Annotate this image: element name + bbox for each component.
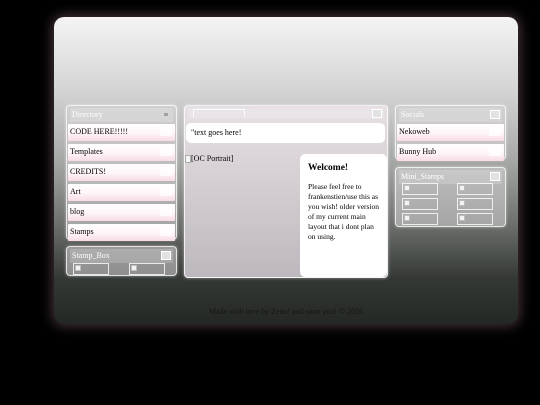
nav-item-label: Nekoweb: [399, 127, 430, 136]
mini-stamp-image: [457, 198, 493, 210]
mini-stamp-image: [402, 213, 438, 225]
intro-box: "text goes here!: [186, 123, 385, 143]
title-tab: [193, 109, 245, 117]
nav-item-label: Templates: [70, 147, 103, 156]
broken-image-icon: [404, 200, 410, 206]
main-panel: "text goes here! [OC Portrait] Welcome! …: [184, 105, 388, 278]
mini-stamps-title: Mini_Stamps: [401, 172, 445, 181]
nav-item-tab: [160, 207, 172, 216]
directory-panel: Directory ≡ CODE HERE!!!!! Templates CRE…: [66, 105, 177, 241]
footer-text: Made with love by Zena! and soon you! © …: [208, 307, 364, 316]
nav-item-art[interactable]: Art: [68, 184, 175, 201]
broken-image-icon: [404, 215, 410, 221]
nav-item-tab: [160, 187, 172, 196]
stamp-box-title-bar: Stamp_Box: [70, 249, 173, 263]
socials-title-bar: Socials: [399, 108, 502, 122]
nav-item-code-here[interactable]: CODE HERE!!!!!: [68, 124, 175, 141]
nav-item-bunny-hub[interactable]: Bunny Hub: [397, 144, 504, 161]
nav-item-label: blog: [70, 207, 85, 216]
panel-button[interactable]: [490, 172, 500, 181]
broken-image-icon: [404, 185, 410, 191]
stamp-image: [73, 263, 109, 275]
panel-button[interactable]: [161, 251, 171, 260]
nav-item-tab: [489, 127, 501, 136]
directory-title: Directory: [72, 110, 103, 119]
nav-item-label: CODE HERE!!!!!: [70, 127, 128, 136]
nav-item-nekoweb[interactable]: Nekoweb: [397, 124, 504, 141]
nav-item-credits[interactable]: CREDITS!: [68, 164, 175, 181]
nav-item-label: Bunny Hub: [399, 147, 437, 156]
socials-panel: Socials Nekoweb Bunny Hub: [395, 105, 506, 161]
broken-image-icon: [459, 215, 465, 221]
broken-image-icon: [459, 200, 465, 206]
panel-button[interactable]: [372, 109, 382, 118]
nav-item-tab: [160, 167, 172, 176]
welcome-heading: Welcome!: [308, 163, 349, 173]
panel-button[interactable]: [490, 110, 500, 119]
welcome-body: Please feel free to frankenstien/use thi…: [308, 182, 380, 241]
mini-stamp-image: [457, 213, 493, 225]
socials-title: Socials: [401, 110, 425, 119]
stamp-box-panel: Stamp_Box: [66, 246, 177, 276]
stamp-image: [129, 263, 165, 275]
main-title-bar: [188, 108, 384, 119]
directory-title-bar: Directory ≡: [70, 108, 173, 122]
footer: Made with love by Zena! and soon you! © …: [54, 307, 518, 316]
mini-stamp-image: [402, 183, 438, 195]
nav-item-tab: [160, 147, 172, 156]
welcome-card: Welcome! Please feel free to frankenstie…: [300, 154, 387, 277]
nav-item-stamps[interactable]: Stamps: [68, 224, 175, 241]
broken-image-icon: [131, 265, 137, 271]
page-window: Directory ≡ CODE HERE!!!!! Templates CRE…: [54, 17, 518, 324]
mini-stamp-image: [402, 198, 438, 210]
broken-image-icon: [75, 265, 81, 271]
mini-stamps-title-bar: Mini_Stamps: [399, 170, 502, 184]
menu-icon[interactable]: ≡: [161, 110, 171, 119]
nav-item-label: Stamps: [70, 227, 94, 236]
mini-stamps-panel: Mini_Stamps: [395, 167, 506, 227]
broken-image-icon: [459, 185, 465, 191]
intro-text: "text goes here!: [191, 128, 242, 137]
stamp-box-title: Stamp_Box: [72, 251, 110, 260]
nav-item-label: CREDITS!: [70, 167, 106, 176]
mini-stamp-image: [457, 183, 493, 195]
nav-item-tab: [160, 227, 172, 236]
nav-item-templates[interactable]: Templates: [68, 144, 175, 161]
portrait-alt-text: [OC Portrait]: [191, 154, 234, 163]
oc-portrait: [OC Portrait]: [185, 154, 234, 164]
nav-item-label: Art: [70, 187, 81, 196]
nav-item-blog[interactable]: blog: [68, 204, 175, 221]
nav-item-tab: [489, 147, 501, 156]
nav-item-tab: [160, 127, 172, 136]
